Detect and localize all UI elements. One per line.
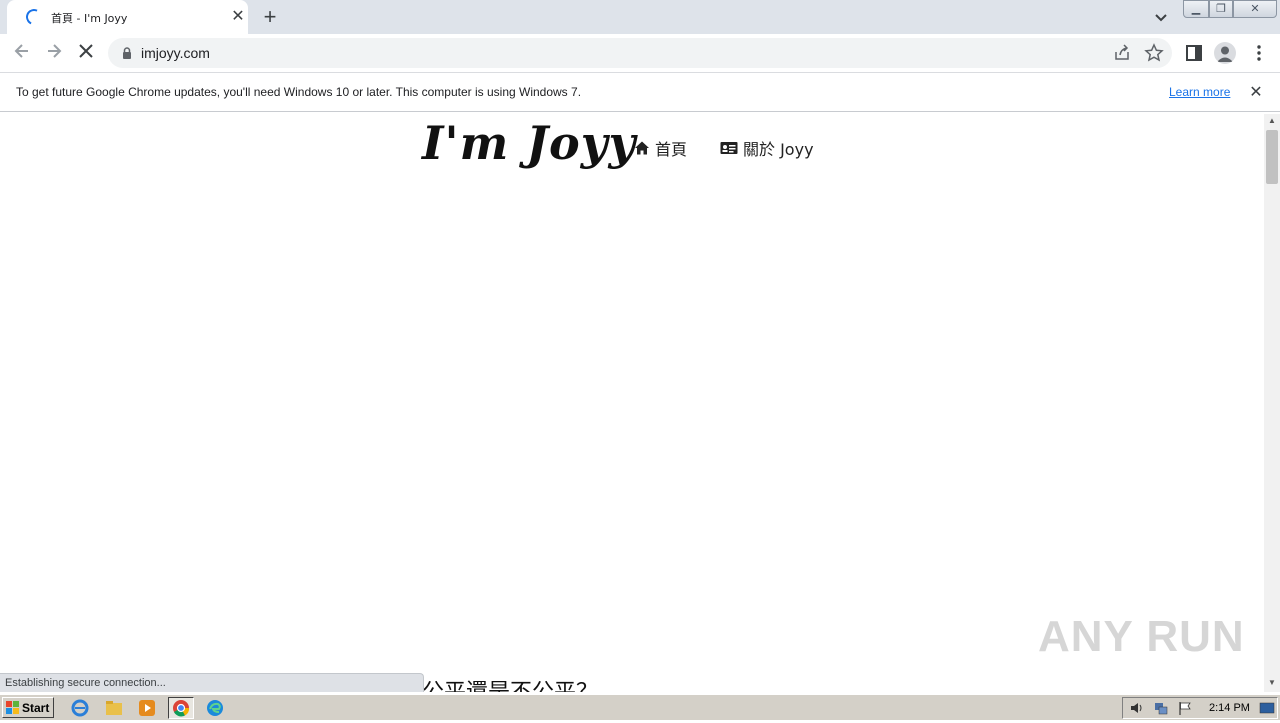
file-explorer-icon[interactable] — [104, 698, 124, 718]
tab-strip: 首頁 - I'm Joyy ✕ + ▁ ❐ ✕ — [0, 0, 1280, 34]
start-label: Start — [22, 700, 50, 715]
tab-close-button[interactable]: ✕ — [228, 7, 248, 27]
stop-loading-button[interactable] — [74, 41, 98, 65]
page-scrollbar[interactable]: ▲ ▼ — [1264, 114, 1280, 692]
tab-title: 首頁 - I'm Joyy — [51, 12, 128, 25]
anyrun-watermark: ANY RUN — [1038, 612, 1245, 661]
home-icon — [635, 141, 649, 155]
windows-taskbar: Start 2:14 PM — [0, 694, 1280, 720]
page-viewport: I'm Joyy 首頁 關於 Joyy 公平還是不公平？ — [0, 114, 1264, 692]
share-icon[interactable] — [1112, 43, 1132, 63]
chrome-taskbar-button[interactable] — [168, 697, 194, 719]
back-arrow-icon — [14, 44, 28, 58]
back-button[interactable] — [10, 41, 34, 65]
infobar-close-button[interactable]: ✕ — [1246, 83, 1266, 103]
chrome-icon — [173, 700, 190, 717]
lock-icon[interactable] — [120, 46, 134, 60]
kebab-menu-icon[interactable] — [1248, 42, 1270, 64]
update-infobar: To get future Google Chrome updates, you… — [0, 72, 1280, 112]
system-tray: 2:14 PM — [1122, 697, 1278, 719]
nav-about-label: 關於 Joyy — [743, 140, 814, 159]
start-button[interactable]: Start — [2, 697, 54, 718]
person-icon — [1217, 46, 1233, 62]
bookmark-star-icon[interactable] — [1144, 43, 1164, 63]
stop-icon — [79, 44, 93, 58]
window-restore-button[interactable]: ❐ — [1209, 0, 1233, 18]
url-text[interactable]: imjoyy.com — [141, 45, 210, 61]
windows-logo-icon — [6, 700, 19, 714]
learn-more-link[interactable]: Learn more — [1169, 85, 1230, 99]
article-title[interactable]: 公平還是不公平？ — [422, 674, 598, 692]
new-tab-button[interactable]: + — [258, 4, 282, 30]
nav-home-link[interactable]: 首頁 — [634, 136, 687, 160]
forward-button[interactable] — [42, 41, 66, 65]
tab-active[interactable]: 首頁 - I'm Joyy ✕ — [7, 0, 248, 34]
window-close-button[interactable]: ✕ — [1233, 0, 1277, 18]
network-icon[interactable] — [1153, 700, 1169, 716]
forward-arrow-icon — [48, 44, 62, 58]
loading-spinner-icon — [23, 6, 45, 28]
profile-avatar[interactable] — [1214, 42, 1236, 64]
id-card-icon — [720, 142, 738, 154]
browser-toolbar: imjoyy.com — [0, 34, 1280, 72]
tab-search-icon[interactable] — [1151, 7, 1171, 27]
edge-icon[interactable] — [205, 698, 225, 718]
scroll-up-arrow-icon[interactable]: ▲ — [1264, 114, 1280, 128]
media-player-icon[interactable] — [137, 698, 157, 718]
infobar-message: To get future Google Chrome updates, you… — [16, 85, 582, 99]
status-text: Establishing secure connection... — [5, 677, 166, 689]
scroll-thumb[interactable] — [1266, 130, 1278, 184]
site-logo[interactable]: I'm Joyy — [422, 116, 636, 170]
window-minimize-button[interactable]: ▁ — [1183, 0, 1209, 18]
taskbar-clock[interactable]: 2:14 PM — [1209, 702, 1250, 714]
show-desktop-icon[interactable] — [1259, 700, 1275, 716]
side-panel-icon[interactable] — [1183, 42, 1205, 64]
volume-icon[interactable] — [1129, 700, 1145, 716]
address-bar[interactable]: imjoyy.com — [108, 38, 1172, 68]
internet-explorer-icon[interactable] — [70, 698, 90, 718]
scroll-down-arrow-icon[interactable]: ▼ — [1264, 676, 1280, 690]
action-center-flag-icon[interactable] — [1177, 700, 1193, 716]
nav-home-label: 首頁 — [655, 140, 688, 159]
nav-about-link[interactable]: 關於 Joyy — [720, 136, 814, 160]
status-bubble: Establishing secure connection... — [0, 673, 424, 692]
